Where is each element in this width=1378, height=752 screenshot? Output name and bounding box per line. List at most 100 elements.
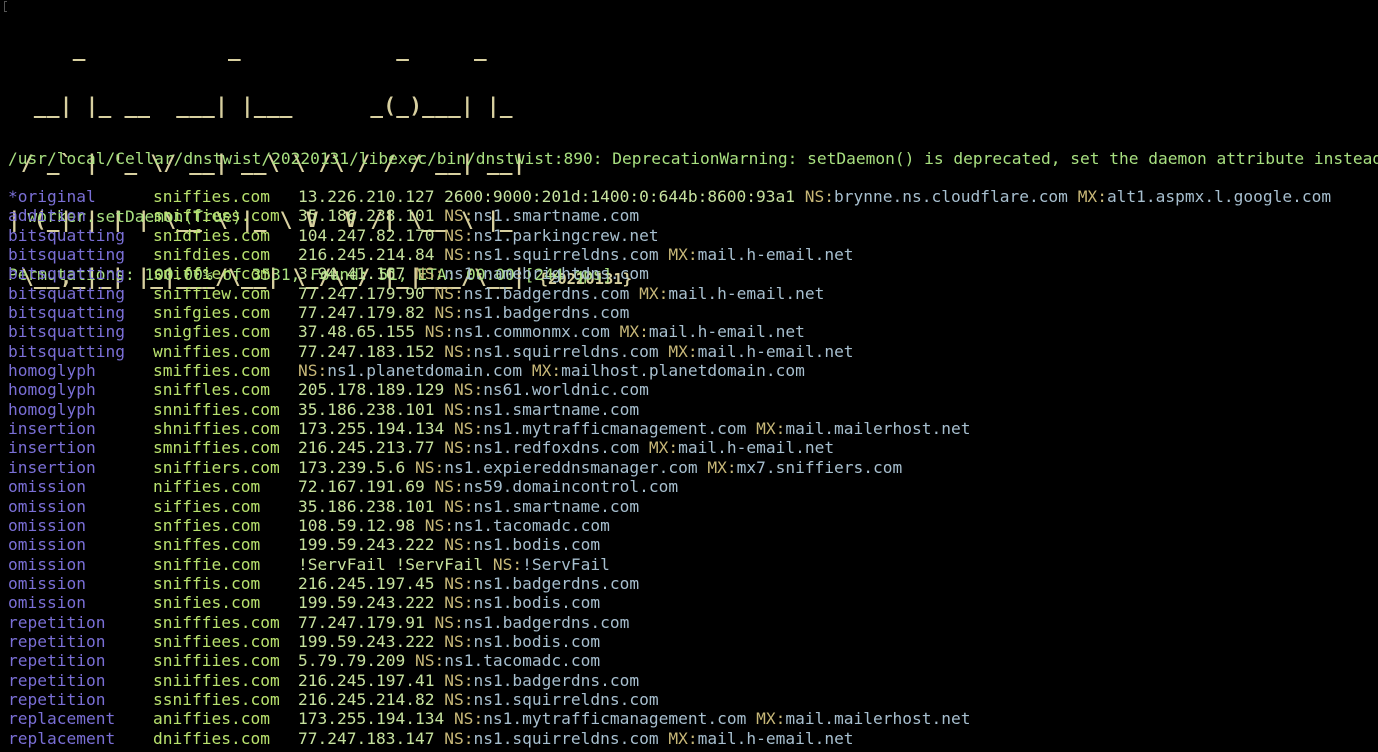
record-separator: :: [775, 709, 786, 729]
ns-record: ns1.mytrafficmanagement.com: [483, 419, 747, 439]
result-row[interactable]: insertion smniffies.com 216.245.213.77 NS:…: [8, 438, 1331, 457]
mx-record: alt1.aspmx.l.google.com: [1106, 187, 1332, 206]
domain-name: sniffiies.com: [153, 651, 280, 671]
mx-record: mail.mailerhost.net: [785, 709, 971, 729]
result-row[interactable]: addition sniffiess.com 35.186.238.101 NS:n…: [8, 206, 1331, 225]
record-separator: :: [687, 728, 698, 748]
record-separator: :: [473, 380, 484, 400]
ip-address: !ServFail !ServFail: [298, 554, 484, 574]
record-separator: :: [463, 728, 474, 748]
result-row[interactable]: bitsquatting sniffiew.com 77.247.179.90 NS…: [8, 284, 1331, 303]
domain-name: sniffie.com: [153, 554, 261, 574]
result-row[interactable]: bitsquatting snigfies.com 37.48.65.155 NS:…: [8, 322, 1331, 341]
fuzzer-name: omission: [8, 554, 86, 574]
fuzzer-name: repetition: [8, 631, 106, 651]
fuzzer-name: repetition: [8, 612, 106, 632]
domain-name: sniiffies.com: [153, 670, 280, 690]
domain-name: snifgies.com: [153, 303, 270, 323]
record-separator: :: [463, 689, 474, 709]
domain-name: snifdies.com: [153, 245, 270, 265]
ns-record: ns1.bodis.com: [473, 535, 601, 555]
result-row[interactable]: bitsquatting snidfies.com 104.247.82.170 N…: [8, 226, 1331, 245]
result-row[interactable]: repetition snifffies.com 77.247.179.91 NS:…: [8, 613, 1331, 632]
ip-address: 3.94.41.167: [298, 264, 406, 284]
result-row[interactable]: repetition ssniffies.com 216.245.214.82 NS…: [8, 690, 1331, 709]
result-row[interactable]: insertion sniffiers.com 173.239.5.6 NS:ns1…: [8, 458, 1331, 477]
ip-address: 205.178.189.129: [298, 380, 445, 400]
result-row[interactable]: insertion shniffies.com 173.255.194.134 NS…: [8, 419, 1331, 438]
record-separator: :: [473, 709, 484, 729]
ns-record: ns1.badgerdns.com: [463, 612, 630, 632]
result-row[interactable]: omission sniffie.com !ServFail !ServFail N…: [8, 555, 1331, 574]
fuzzer-name: replacement: [8, 728, 116, 748]
result-row[interactable]: bitsquatting wniffies.com 77.247.183.152 N…: [8, 342, 1331, 361]
ns-record: ns1.squirreldns.com: [473, 689, 659, 709]
ns-label: NS: [444, 631, 464, 651]
domain-name: snffies.com: [153, 515, 261, 535]
domain-name: sniffies.com: [153, 187, 270, 206]
domain-name: wniffies.com: [153, 341, 270, 361]
ns-record: ns1.badgerdns.com: [473, 573, 640, 593]
ns-label: NS: [444, 593, 464, 613]
result-row[interactable]: *original sniffies.com 13.226.210.127 2600…: [8, 187, 1331, 206]
result-row[interactable]: omission snffies.com 108.59.12.98 NS:ns1.t…: [8, 516, 1331, 535]
result-row[interactable]: repetition sniffiies.com 5.79.79.209 NS:ns…: [8, 651, 1331, 670]
ns-label: NS: [424, 322, 445, 342]
fuzzer-name: homoglyph: [8, 399, 96, 419]
ns-record: ns1.badgerdns.com: [473, 670, 640, 690]
ns-label: NS: [444, 341, 464, 361]
record-separator: :: [453, 477, 464, 497]
ip-address: 77.247.183.152: [298, 341, 435, 361]
banner-line: _ _ _ _: [8, 37, 526, 61]
result-row[interactable]: homoglyph snniffies.com 35.186.238.101 NS:…: [8, 400, 1331, 419]
result-row[interactable]: replacement dniffies.com 77.247.183.147 NS…: [8, 729, 1331, 748]
result-row[interactable]: homoglyph smiffies.com NS:ns1.planetdomain…: [8, 361, 1331, 380]
result-row[interactable]: replacement aniffies.com 173.255.194.134 N…: [8, 709, 1331, 728]
result-row[interactable]: repetition sniiffies.com 216.245.197.41 NS…: [8, 671, 1331, 690]
terminal-window[interactable]: _ _ _ _ __| |_ __ ___| |___ _(_)___| |_ …: [0, 0, 1378, 752]
ns-record: ns1.mytrafficmanagement.com: [483, 709, 747, 729]
result-row[interactable]: omission siffies.com 35.186.238.101 NS:ns1…: [8, 497, 1331, 516]
result-row[interactable]: bitsquatting snifdies.com 216.245.214.84 N…: [8, 245, 1331, 264]
record-separator: :: [434, 264, 445, 284]
ns-label: NS: [434, 303, 454, 323]
result-row[interactable]: homoglyph sniffles.com 205.178.189.129 NS:…: [8, 380, 1331, 399]
ns-record: ns1.bodis.com: [473, 593, 601, 613]
record-separator: :: [463, 593, 474, 613]
ip-address: 216.245.214.84: [298, 245, 435, 265]
record-separator: :: [473, 419, 484, 439]
ns-label: NS: [444, 535, 464, 555]
ns-label: NS: [444, 728, 464, 748]
record-separator: :: [463, 438, 474, 458]
result-row[interactable]: omission niffies.com 72.167.191.69 NS:ns59…: [8, 477, 1331, 496]
ns-record: ns1.tacomadc.com: [453, 515, 610, 535]
ns-label: NS: [414, 651, 435, 671]
ns-label: NS: [444, 496, 464, 516]
ip-address: 77.247.183.147: [298, 728, 435, 748]
ns-label: NS: [434, 612, 454, 632]
ip-address: 199.59.243.222: [298, 631, 435, 651]
result-row[interactable]: omission sniffis.com 216.245.197.45 NS:ns1…: [8, 574, 1331, 593]
domain-name: smiffies.com: [153, 361, 270, 381]
ns-record: ns1.bodis.com: [473, 631, 601, 651]
result-row[interactable]: omission sniffes.com 199.59.243.222 NS:ns1…: [8, 535, 1331, 554]
fuzzer-name: omission: [8, 593, 86, 613]
result-row[interactable]: bitsquatting sniffier.com 3.94.41.167 NS:n…: [8, 264, 1331, 283]
ip-address: 199.59.243.222: [298, 593, 435, 613]
fuzzer-name: homoglyph: [8, 380, 96, 400]
ns-record: ns1.commonmx.com: [453, 322, 610, 342]
record-separator: :: [444, 515, 454, 535]
result-row[interactable]: bitsquatting snifgies.com 77.247.179.82 NS…: [8, 303, 1331, 322]
ip-address: 37.48.65.155: [298, 322, 415, 342]
ns-label: NS: [444, 399, 464, 419]
ip-address: 77.247.179.82: [298, 303, 425, 323]
record-separator: :: [317, 361, 328, 381]
ip-address: 5.79.79.209: [298, 651, 406, 671]
result-row[interactable]: repetition sniffiees.com 199.59.243.222 NS…: [8, 632, 1331, 651]
domain-name: ssniffies.com: [153, 689, 280, 709]
result-row[interactable]: omission snifies.com 199.59.243.222 NS:ns1…: [8, 593, 1331, 612]
fuzzer-name: omission: [8, 535, 86, 555]
record-separator: :: [463, 399, 474, 419]
terminal-bracket-mark: [4, 1, 7, 12]
ip-address: 216.245.213.77: [298, 438, 435, 458]
